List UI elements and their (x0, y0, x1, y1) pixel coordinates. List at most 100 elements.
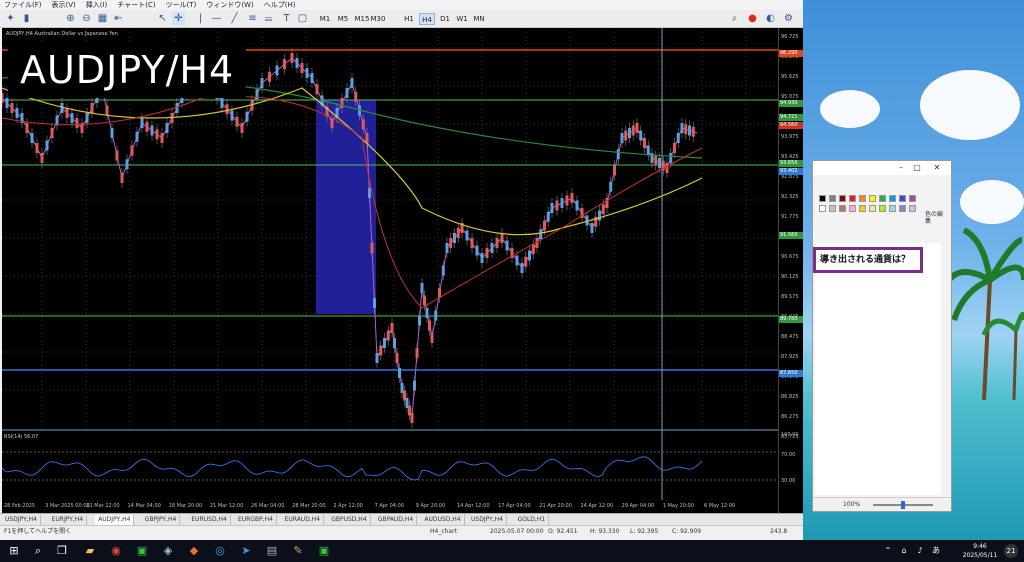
close-icon[interactable]: ✕ (931, 162, 943, 174)
chrome-icon[interactable]: ◉ (108, 543, 124, 559)
palette-swatch[interactable] (909, 195, 916, 202)
fibonacci-icon[interactable]: 𝍢 (262, 12, 275, 25)
trendline-icon[interactable]: ╱ (228, 12, 241, 25)
chart-tab[interactable]: GBPAUD,H4 (375, 515, 418, 525)
palette-swatch[interactable] (849, 205, 856, 212)
chart-bar-icon[interactable]: ▮ (20, 12, 33, 25)
maximize-icon[interactable]: □ (911, 162, 923, 174)
palette-swatch[interactable] (839, 205, 846, 212)
chart-tab[interactable]: AUDJPY,H4 (95, 515, 135, 525)
chart-tab[interactable]: GBPJPY,H4 (142, 515, 181, 525)
tf-D1[interactable]: D1 (438, 13, 452, 25)
settings-icon[interactable]: ⚙ (782, 12, 795, 25)
edge-icon[interactable]: ◎ (212, 543, 228, 559)
text-icon[interactable]: T (280, 12, 293, 25)
palette-swatch[interactable] (819, 195, 826, 202)
palette-swatch[interactable] (859, 195, 866, 202)
alert-icon[interactable]: ● (746, 12, 759, 25)
zoom-in-icon[interactable]: ⊕ (64, 12, 77, 25)
tf-H1[interactable]: H1 (402, 13, 416, 25)
chevron-up-icon[interactable]: ⌃ (880, 543, 896, 559)
tf-MN[interactable]: MN (472, 13, 486, 25)
candle-body (45, 140, 49, 151)
chart-tab[interactable]: USDJPY,H4 (2, 515, 41, 525)
minimize-icon[interactable]: – (895, 162, 907, 174)
candle-body (125, 159, 129, 170)
palette-swatch[interactable] (899, 205, 906, 212)
palette-swatch[interactable] (869, 205, 876, 212)
task-view-icon[interactable]: ❐ (54, 543, 70, 559)
palette-swatch[interactable] (879, 195, 886, 202)
paint-taskbar-icon[interactable]: ✎ (290, 543, 306, 559)
menu-item[interactable]: ツール(T) (166, 0, 197, 10)
palette-swatch[interactable] (889, 205, 896, 212)
palette-swatch[interactable] (899, 195, 906, 202)
chart-tab[interactable]: GBPUSD,H4 (328, 515, 371, 525)
palette-swatch[interactable] (879, 205, 886, 212)
chart-tab[interactable]: EURUSD,H4 (188, 515, 231, 525)
palette-swatch[interactable] (839, 195, 846, 202)
chart-tab[interactable]: GOLD,H1 (515, 515, 550, 525)
menu-item[interactable]: チャート(C) (117, 0, 155, 10)
windows-start-icon[interactable]: ⊞ (6, 543, 22, 559)
tf-M1[interactable]: M1 (318, 13, 332, 25)
network-icon[interactable]: ⌂ (896, 543, 912, 559)
ime-icon[interactable]: あ (928, 543, 944, 559)
price-chart[interactable] (2, 28, 778, 513)
time-axis[interactable]: 28 Feb 2025 3 Mar 2025 00:00 11 Mar 12:00 1… (2, 500, 778, 513)
scroll-icon[interactable]: ⇤ (112, 12, 125, 25)
file-explorer-icon[interactable]: ▰ (82, 543, 98, 559)
palette-swatch[interactable] (829, 195, 836, 202)
palette-swatch[interactable] (829, 205, 836, 212)
new-order-icon[interactable]: ✦ (4, 12, 17, 25)
palette-swatch[interactable] (849, 195, 856, 202)
chart-tab[interactable]: USDJPY,H4 (468, 515, 507, 525)
search-icon[interactable]: ⌕ (30, 543, 46, 559)
notification-badge[interactable]: 21 (1004, 544, 1018, 558)
vertical-line-icon[interactable]: | (194, 12, 207, 25)
app2-icon[interactable]: ▣ (316, 543, 332, 559)
rectangle-icon[interactable]: ▢ (296, 12, 309, 25)
zoom-out-icon[interactable]: ⊖ (80, 12, 93, 25)
profile-icon[interactable]: ◐ (764, 12, 777, 25)
chart-tab[interactable]: EURGBP,H4 (235, 515, 277, 525)
channel-icon[interactable]: ≡ (246, 12, 259, 25)
tf-H4[interactable]: H4 (419, 13, 435, 25)
palette-swatch[interactable] (819, 205, 826, 212)
menu-item[interactable]: ウィンドウ(W) (206, 0, 253, 10)
tf-M30[interactable]: M30 (370, 13, 386, 25)
crosshair-icon[interactable]: ✛ (172, 12, 185, 25)
search-icon[interactable]: ⌕ (728, 12, 741, 25)
line-app-icon[interactable]: ▣ (134, 543, 150, 559)
menu-item[interactable]: ヘルプ(H) (264, 0, 296, 10)
app-icon[interactable]: ◈ (160, 543, 176, 559)
zoom-slider-thumb[interactable] (901, 501, 905, 509)
system-clock[interactable]: 9:46 2025/05/11 (960, 542, 1000, 560)
palette-swatch[interactable] (889, 195, 896, 202)
menu-item[interactable]: ファイル(F) (4, 0, 42, 10)
palette-swatch[interactable] (869, 195, 876, 202)
cursor-icon[interactable]: ↖ (156, 12, 169, 25)
mt4-taskbar-icon[interactable]: ▤ (264, 543, 280, 559)
telegram-icon[interactable]: ➤ (238, 543, 254, 559)
palette-swatch[interactable] (859, 205, 866, 212)
time-tick-label: 29 Apr 04:00 (621, 503, 655, 509)
tf-M5[interactable]: M5 (336, 13, 350, 25)
tf-M15[interactable]: M15 (354, 13, 370, 25)
paint-canvas[interactable] (815, 243, 941, 495)
volume-icon[interactable]: ♪ (912, 543, 928, 559)
status-help: F1を押してヘルプを開く (4, 528, 72, 535)
menu-item[interactable]: 表示(V) (52, 0, 76, 10)
chart-tab[interactable]: EURJPY,H4 (49, 515, 88, 525)
price-axis[interactable]: 96.72596.17595.62595.07594.52593.97593.4… (778, 28, 803, 513)
color-edit-label[interactable]: 色の編集 (925, 211, 945, 225)
time-tick-label: 28 Feb 2025 (4, 503, 36, 509)
menu-item[interactable]: 挿入(I) (86, 0, 108, 10)
grid-icon[interactable]: ▦ (96, 12, 109, 25)
brave-icon[interactable]: ◆ (186, 543, 202, 559)
palette-swatch[interactable] (909, 205, 916, 212)
tf-W1[interactable]: W1 (455, 13, 469, 25)
chart-tab[interactable]: AUDUSD,H4 (421, 515, 465, 525)
chart-tab[interactable]: EURAUD,H4 (282, 515, 325, 525)
horizontal-line-icon[interactable]: — (210, 12, 223, 25)
